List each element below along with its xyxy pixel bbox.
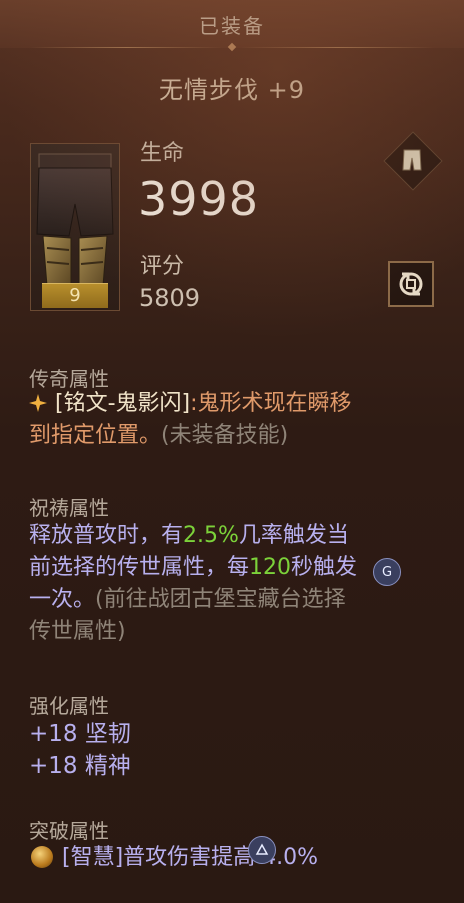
legendary-name: [铭文-鬼影闪]: [55, 391, 191, 416]
compass-shortcut-icon[interactable]: [248, 836, 276, 864]
enhance-spirit: +18 精神: [29, 753, 131, 779]
blessing-hint-2: 传世属性): [29, 619, 126, 644]
score-label: 评分: [140, 254, 185, 279]
blessing-seconds: 120: [249, 555, 292, 580]
legendary-desc-2: 到指定位置。: [29, 423, 162, 448]
pants-slot-icon: [395, 143, 429, 177]
item-level-badge: 9: [42, 283, 108, 308]
item-name: 无情步伐 +9: [158, 76, 305, 104]
blessing-hint-1: (前往战团古堡宝藏台选择: [95, 587, 346, 612]
blessing-section-title: 祝祷属性: [29, 496, 109, 520]
legendary-attribute: [铭文-鬼影闪]:鬼形术现在瞬移 到指定位置。(未装备技能): [29, 388, 439, 452]
life-value: 3998: [138, 172, 260, 226]
g-shortcut-icon[interactable]: G: [373, 558, 401, 586]
equipped-label: 已装备: [199, 13, 265, 38]
blessing-text-2b: 秒触发: [291, 555, 358, 580]
item-tooltip-card: 已装备 无情步伐 +9 9 生命 3998 评分 5809 传奇属性 [铭文-鬼…: [0, 0, 464, 903]
blessing-text-2a: 前选择的传世属性，每: [29, 555, 250, 580]
enhance-tenacity: +18 坚韧: [29, 721, 131, 747]
legendary-desc-1: :鬼形术现在瞬移: [190, 391, 352, 416]
legendary-star-icon: [29, 390, 47, 412]
enhance-attributes: +18 坚韧 +18 精神: [29, 718, 439, 782]
g-shortcut-label: G: [381, 564, 393, 580]
blessing-attribute: 释放普攻时，有2.5%几率触发当 前选择的传世属性，每120秒触发 一次。(前往…: [29, 520, 439, 648]
blessing-chance: 2.5%: [183, 523, 239, 548]
enhance-section-title: 强化属性: [29, 694, 109, 718]
compare-swap-button[interactable]: [388, 261, 434, 307]
wisdom-orb-icon: [31, 846, 53, 868]
blessing-text-1a: 释放普攻时，有: [29, 523, 184, 548]
blessing-text-3a: 一次。: [29, 587, 96, 612]
life-label: 生命: [140, 141, 185, 166]
header-ornament: [30, 42, 434, 52]
blessing-text-1b: 几率触发当: [238, 523, 349, 548]
compare-swap-icon: [399, 272, 423, 296]
breakthrough-section-title: 突破属性: [29, 819, 109, 843]
score-value: 5809: [139, 284, 201, 312]
equipped-header: 已装备: [0, 0, 464, 48]
legendary-hint: (未装备技能): [161, 423, 289, 448]
